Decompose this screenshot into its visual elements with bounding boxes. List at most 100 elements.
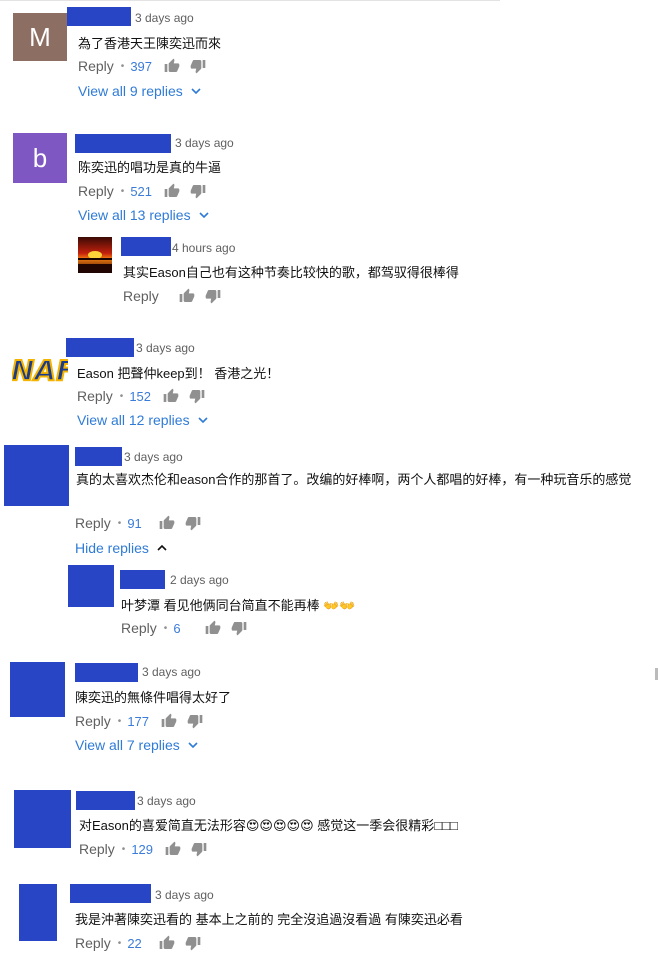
redacted-username[interactable]	[75, 447, 122, 466]
avatar[interactable]	[68, 565, 114, 607]
separator-dot: •	[117, 937, 122, 949]
thumbs-up-icon[interactable]	[205, 620, 221, 636]
comment-actions: Reply • 397	[78, 57, 206, 75]
thumbs-down-icon[interactable]	[190, 58, 206, 74]
comment-text: 為了香港天王陳奕迅而來	[78, 36, 222, 51]
avatar[interactable]	[19, 884, 57, 941]
chevron-up-icon	[157, 543, 167, 553]
thumbs-down-icon[interactable]	[231, 620, 247, 636]
avatar[interactable]	[14, 790, 71, 848]
thumbs-up-icon[interactable]	[159, 515, 175, 531]
comment-timestamp[interactable]: 3 days ago	[155, 888, 214, 902]
reply-button[interactable]: Reply	[123, 288, 159, 304]
chevron-down-icon	[188, 740, 198, 750]
thumbs-up-icon[interactable]	[164, 183, 180, 199]
comment-timestamp[interactable]: 3 days ago	[135, 11, 194, 25]
like-count: 397	[130, 58, 153, 74]
redacted-username[interactable]	[121, 237, 171, 256]
thumbs-down-icon[interactable]	[187, 713, 203, 729]
separator-dot: •	[120, 185, 125, 197]
comment-text: 陳奕迅的無條件唱得太好了	[75, 690, 232, 705]
thumbs-down-icon[interactable]	[205, 288, 221, 304]
reply-timestamp[interactable]: 2 days ago	[170, 573, 229, 587]
view-replies-label: View all 13 replies	[78, 207, 191, 223]
sunset-image	[78, 237, 112, 273]
avatar[interactable]: b	[13, 133, 67, 183]
reply-button[interactable]: Reply	[78, 58, 114, 74]
thumbs-down-icon[interactable]	[185, 935, 201, 951]
thumbs-down-icon[interactable]	[191, 841, 207, 857]
comment-text: 我是沖著陳奕迅看的 基本上之前的 完全沒追過沒看過 有陳奕迅必看	[75, 912, 463, 927]
like-count: 129	[131, 841, 154, 857]
sunset-avatar[interactable]	[78, 237, 112, 273]
thumbs-up-icon[interactable]	[161, 713, 177, 729]
comment-timestamp[interactable]: 3 days ago	[124, 450, 183, 464]
avatar[interactable]	[10, 662, 65, 717]
separator-dot: •	[119, 390, 124, 402]
comment-actions: Reply • 22	[75, 934, 201, 952]
thumbs-up-icon[interactable]	[179, 288, 195, 304]
thumbs-down-icon[interactable]	[190, 183, 206, 199]
like-count: 22	[127, 935, 142, 951]
reply-button[interactable]: Reply	[78, 183, 114, 199]
avatar[interactable]: NAF	[12, 342, 68, 392]
reply-timestamp[interactable]: 4 hours ago	[172, 241, 235, 255]
view-replies-button[interactable]: View all 13 replies	[78, 207, 209, 223]
comment-actions: Reply • 91	[75, 514, 201, 532]
redacted-username[interactable]	[66, 338, 134, 357]
reply-button[interactable]: Reply	[79, 841, 115, 857]
separator-dot: •	[117, 715, 122, 727]
comment-timestamp[interactable]: 3 days ago	[136, 341, 195, 355]
reply-button[interactable]: Reply	[75, 515, 111, 531]
comment-actions: Reply • 177	[75, 712, 203, 730]
separator-dot: •	[163, 622, 168, 634]
hide-replies-label: Hide replies	[75, 540, 149, 556]
thumbs-down-icon[interactable]	[185, 515, 201, 531]
comment-timestamp[interactable]: 3 days ago	[142, 665, 201, 679]
avatar-letter: M	[13, 13, 67, 61]
avatar[interactable]	[4, 445, 69, 506]
avatar-letter: b	[13, 133, 67, 183]
comment-actions: Reply • 152	[77, 387, 205, 405]
thumbs-down-icon[interactable]	[189, 388, 205, 404]
redacted-username[interactable]	[76, 791, 135, 810]
separator-dot: •	[121, 843, 126, 855]
comment-text: 真的太喜欢杰伦和eason合作的那首了。改编的好棒啊，两个人都唱的好棒，有一种玩…	[76, 472, 632, 487]
view-replies-button[interactable]: View all 9 replies	[78, 83, 201, 99]
comment-timestamp[interactable]: 3 days ago	[137, 794, 196, 808]
redacted-username[interactable]	[75, 663, 138, 682]
chevron-down-icon	[198, 415, 208, 425]
thumbs-up-icon[interactable]	[165, 841, 181, 857]
reply-button[interactable]: Reply	[75, 935, 111, 951]
view-replies-label: View all 9 replies	[78, 83, 183, 99]
redacted-username[interactable]	[120, 570, 165, 589]
thumbs-up-icon[interactable]	[164, 58, 180, 74]
thumbs-up-icon[interactable]	[159, 935, 175, 951]
naf-logo: NAF	[12, 342, 68, 392]
comment-timestamp[interactable]: 3 days ago	[175, 136, 234, 150]
like-count: 6	[173, 620, 181, 636]
redacted-username[interactable]	[75, 134, 171, 153]
comment-actions: Reply • 129	[79, 840, 207, 858]
reply-button[interactable]: Reply	[77, 388, 113, 404]
like-count: 521	[130, 183, 153, 199]
reply-button[interactable]: Reply	[121, 620, 157, 636]
view-replies-button[interactable]: View all 7 replies	[75, 737, 198, 753]
hide-replies-button[interactable]: Hide replies	[75, 540, 167, 556]
redacted-username[interactable]	[70, 884, 151, 903]
reply-text: 叶梦潭 看见他俩同台简直不能再棒 👐👐	[121, 598, 356, 613]
separator-dot: •	[117, 517, 122, 529]
thumbs-up-icon[interactable]	[163, 388, 179, 404]
reply-actions: Reply • 6	[121, 619, 247, 637]
svg-text:NAF: NAF	[12, 354, 68, 387]
reply-button[interactable]: Reply	[75, 713, 111, 729]
view-replies-button[interactable]: View all 12 replies	[77, 412, 208, 428]
comment-text: 对Eason的喜爱简直无法形容😍😍😍😍😍 感觉这一季会很精彩□□□	[79, 818, 458, 833]
separator-dot: •	[120, 60, 125, 72]
redacted-username[interactable]	[67, 7, 131, 26]
comment-text: Eason 把聲仲keep到！ 香港之光！	[77, 366, 280, 381]
chevron-down-icon	[199, 210, 209, 220]
comment-text: 陈奕迅的唱功是真的牛逼	[78, 160, 222, 175]
chevron-down-icon	[191, 86, 201, 96]
avatar[interactable]: M	[13, 13, 67, 61]
